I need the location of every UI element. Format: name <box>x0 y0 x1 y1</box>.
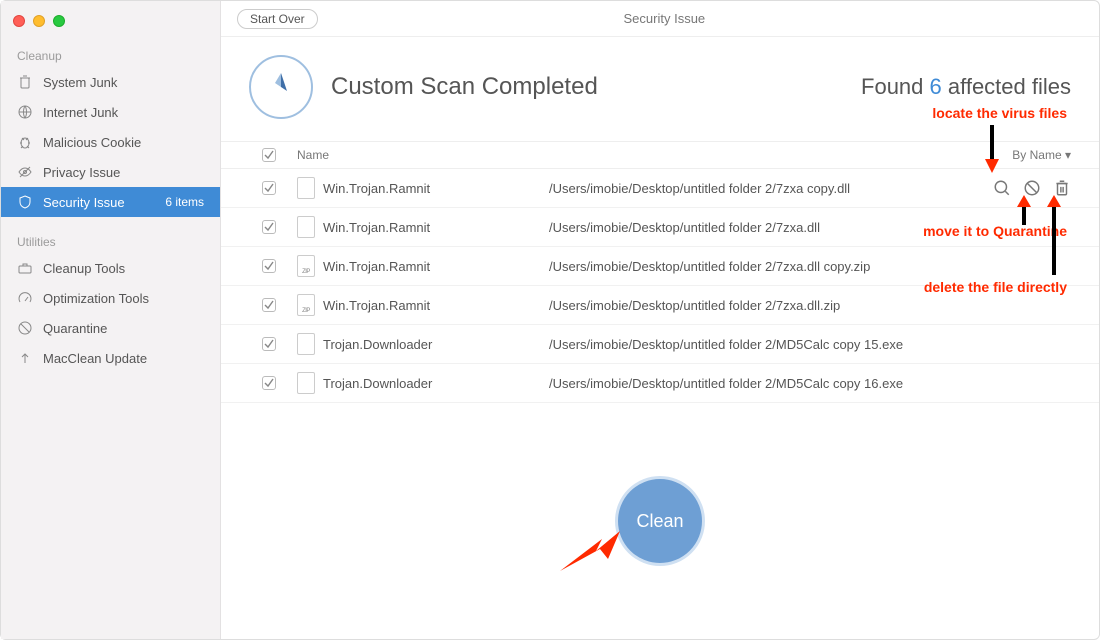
table-header: Name By Name ▾ <box>221 141 1099 169</box>
zip-file-icon <box>297 255 315 277</box>
clean-area: Clean <box>221 403 1099 639</box>
sidebar-item-malicious-cookie[interactable]: Malicious Cookie <box>1 127 220 157</box>
sidebar-item-update[interactable]: MacClean Update <box>1 343 220 373</box>
toolbox-icon <box>17 260 33 276</box>
annotation-arrow-clean <box>560 531 620 571</box>
table-row[interactable]: Win.Trojan.Ramnit /Users/imobie/Desktop/… <box>221 247 1099 286</box>
threat-name: Win.Trojan.Ramnit <box>323 220 430 235</box>
sidebar-item-label: MacClean Update <box>43 351 147 366</box>
sort-by-name[interactable]: By Name ▾ <box>981 148 1071 162</box>
close-window-button[interactable] <box>13 15 25 27</box>
threat-name: Win.Trojan.Ramnit <box>323 181 430 196</box>
eye-off-icon <box>17 164 33 180</box>
table-row[interactable]: Win.Trojan.Ramnit /Users/imobie/Desktop/… <box>221 208 1099 247</box>
found-count: 6 <box>930 74 942 99</box>
column-header-name: Name <box>289 148 549 162</box>
page-title: Security Issue <box>334 11 995 26</box>
sidebar: Cleanup System Junk Internet Junk Malici… <box>1 1 221 639</box>
sidebar-item-quarantine[interactable]: Quarantine <box>1 313 220 343</box>
gauge-icon <box>17 290 33 306</box>
sidebar-item-label: Privacy Issue <box>43 165 120 180</box>
file-path: /Users/imobie/Desktop/untitled folder 2/… <box>549 376 1071 391</box>
shield-icon <box>17 194 33 210</box>
row-checkbox[interactable] <box>262 259 276 273</box>
scan-title: Custom Scan Completed <box>331 73 598 101</box>
quarantine-icon <box>17 320 33 336</box>
sidebar-item-label: Quarantine <box>43 321 107 336</box>
row-checkbox[interactable] <box>262 376 276 390</box>
file-path: /Users/imobie/Desktop/untitled folder 2/… <box>549 298 1071 313</box>
found-summary: Found 6 affected files <box>861 74 1071 100</box>
window-controls <box>1 9 220 45</box>
locate-icon[interactable] <box>993 179 1011 197</box>
compass-icon <box>249 55 313 119</box>
file-icon <box>297 333 315 355</box>
sidebar-item-internet-junk[interactable]: Internet Junk <box>1 97 220 127</box>
threat-name: Trojan.Downloader <box>323 376 432 391</box>
table-row[interactable]: Win.Trojan.Ramnit /Users/imobie/Desktop/… <box>221 169 1099 208</box>
table-row[interactable]: Trojan.Downloader /Users/imobie/Desktop/… <box>221 364 1099 403</box>
sidebar-item-label: Optimization Tools <box>43 291 149 306</box>
sidebar-item-label: System Junk <box>43 75 117 90</box>
zoom-window-button[interactable] <box>53 15 65 27</box>
file-icon <box>297 177 315 199</box>
row-checkbox[interactable] <box>262 181 276 195</box>
row-checkbox[interactable] <box>262 337 276 351</box>
threat-name: Win.Trojan.Ramnit <box>323 259 430 274</box>
clean-button[interactable]: Clean <box>615 476 705 566</box>
sidebar-item-optimization-tools[interactable]: Optimization Tools <box>1 283 220 313</box>
update-icon <box>17 350 33 366</box>
select-all-checkbox[interactable] <box>262 148 276 162</box>
row-checkbox[interactable] <box>262 220 276 234</box>
sidebar-item-privacy-issue[interactable]: Privacy Issue <box>1 157 220 187</box>
threat-name: Trojan.Downloader <box>323 337 432 352</box>
file-path: /Users/imobie/Desktop/untitled folder 2/… <box>549 337 1071 352</box>
file-icon <box>297 372 315 394</box>
sidebar-item-label: Malicious Cookie <box>43 135 141 150</box>
row-checkbox[interactable] <box>262 298 276 312</box>
sidebar-item-label: Security Issue <box>43 195 125 210</box>
main-pane: Start Over Security Issue Custom Scan Co… <box>221 1 1099 639</box>
bug-icon <box>17 134 33 150</box>
found-prefix: Found <box>861 74 930 99</box>
quarantine-icon[interactable] <box>1023 179 1041 197</box>
file-icon <box>297 216 315 238</box>
sidebar-section-cleanup: Cleanup <box>1 45 220 67</box>
start-over-button[interactable]: Start Over <box>237 9 318 29</box>
found-suffix: affected files <box>942 74 1071 99</box>
minimize-window-button[interactable] <box>33 15 45 27</box>
table-body: Win.Trojan.Ramnit /Users/imobie/Desktop/… <box>221 169 1099 403</box>
topbar: Start Over Security Issue <box>221 1 1099 37</box>
threat-name: Win.Trojan.Ramnit <box>323 298 430 313</box>
sidebar-item-system-junk[interactable]: System Junk <box>1 67 220 97</box>
file-path: /Users/imobie/Desktop/untitled folder 2/… <box>549 220 1071 235</box>
table-row[interactable]: Trojan.Downloader /Users/imobie/Desktop/… <box>221 325 1099 364</box>
sidebar-item-cleanup-tools[interactable]: Cleanup Tools <box>1 253 220 283</box>
zip-file-icon <box>297 294 315 316</box>
sidebar-section-utilities: Utilities <box>1 231 220 253</box>
sidebar-item-count: 6 items <box>165 195 204 209</box>
trash-icon <box>17 74 33 90</box>
table-row[interactable]: Win.Trojan.Ramnit /Users/imobie/Desktop/… <box>221 286 1099 325</box>
globe-icon <box>17 104 33 120</box>
delete-icon[interactable] <box>1053 179 1071 197</box>
sidebar-item-security-issue[interactable]: Security Issue 6 items <box>1 187 220 217</box>
sidebar-item-label: Internet Junk <box>43 105 118 120</box>
scan-header: Custom Scan Completed Found 6 affected f… <box>221 37 1099 141</box>
sidebar-item-label: Cleanup Tools <box>43 261 125 276</box>
file-path: /Users/imobie/Desktop/untitled folder 2/… <box>549 259 1071 274</box>
